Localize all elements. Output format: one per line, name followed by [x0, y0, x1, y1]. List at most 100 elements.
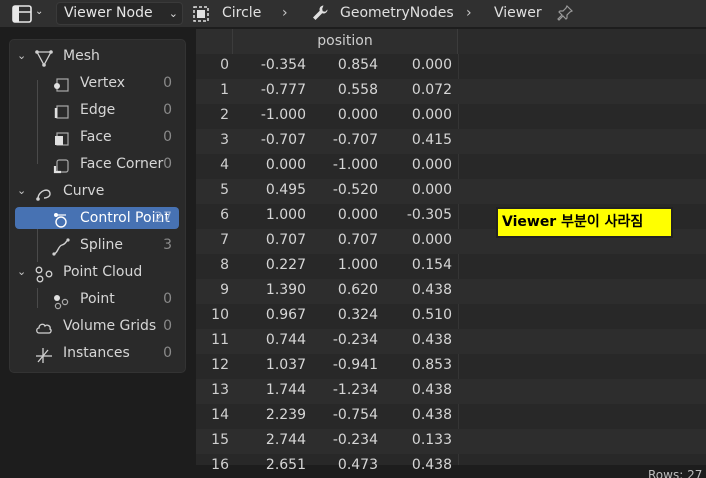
row-index: 7 — [220, 232, 229, 248]
control-point-icon — [54, 213, 67, 228]
column-header-position[interactable]: position — [232, 29, 458, 54]
tree-item-label: Instances — [63, 345, 130, 361]
position-x-cell: 2.744 — [265, 432, 306, 448]
row-count-label: Rows: 27 — [648, 468, 703, 478]
table-row: 2 -1.000 0.000 0.000 — [196, 104, 706, 129]
position-y-cell: -0.941 — [332, 357, 378, 373]
position-x-cell: 1.744 — [265, 382, 306, 398]
tree-item-point[interactable]: Point 0 — [10, 288, 185, 313]
position-z-cell: 0.415 — [411, 132, 452, 148]
position-z-cell: 0.000 — [411, 182, 452, 198]
breadcrumb-viewer[interactable]: Viewer — [494, 4, 542, 22]
point-cloud-icon — [35, 266, 53, 283]
position-z-cell: 0.000 — [411, 57, 452, 73]
position-y-cell: 0.854 — [337, 57, 378, 73]
tree-item-label: Edge — [80, 102, 116, 118]
tree-item-control-point[interactable]: Control Point 27 — [10, 207, 185, 232]
chevron-down-icon[interactable]: ⌄ — [17, 184, 26, 197]
tree-item-face-corner[interactable]: Face Corner 0 — [10, 153, 185, 178]
position-y-cell: 0.473 — [337, 457, 378, 473]
object-icon — [193, 6, 209, 22]
empty-header-area — [458, 29, 706, 54]
position-y-cell: 0.620 — [337, 282, 378, 298]
breadcrumb-modifier[interactable]: GeometryNodes — [340, 4, 454, 22]
tree-item-label: Curve — [63, 183, 105, 199]
position-x-cell: 0.227 — [265, 257, 306, 273]
table-row: 9 1.390 0.620 0.438 — [196, 279, 706, 304]
tree-item-count: 3 — [163, 237, 172, 253]
editor-type-button[interactable]: ⌄ — [8, 3, 46, 25]
row-index: 2 — [220, 107, 229, 123]
row-index: 12 — [211, 357, 229, 373]
vertex-icon — [54, 78, 69, 92]
volume-icon — [36, 323, 52, 334]
row-index: 0 — [220, 57, 229, 73]
tree-item-label: Point — [80, 291, 115, 307]
position-x-cell: 2.239 — [265, 407, 306, 423]
tree-item-label: Spline — [80, 237, 124, 253]
table-row: 0 -0.354 0.854 0.000 — [196, 54, 706, 79]
row-index: 8 — [220, 257, 229, 273]
breadcrumb-object[interactable]: Circle — [222, 4, 261, 22]
chevron-down-icon[interactable]: ⌄ — [17, 265, 26, 278]
spline-icon — [52, 238, 70, 256]
chevron-down-icon: ⌄ — [35, 6, 44, 17]
tree-item-spline[interactable]: Spline 3 — [10, 234, 185, 259]
point-icon — [54, 295, 69, 310]
chevron-down-icon: ⌄ — [168, 7, 178, 20]
position-z-cell: 0.438 — [411, 282, 452, 298]
table-row: 1 -0.777 0.558 0.072 — [196, 79, 706, 104]
row-index: 10 — [211, 307, 229, 323]
tree-item-label: Volume Grids — [63, 318, 157, 334]
table-row: 8 0.227 1.000 0.154 — [196, 254, 706, 279]
row-index: 9 — [220, 282, 229, 298]
position-z-cell: 0.438 — [411, 332, 452, 348]
row-index: 15 — [211, 432, 229, 448]
row-index: 13 — [211, 382, 229, 398]
tree-item-count: 0 — [163, 345, 172, 361]
position-z-cell: 0.000 — [411, 157, 452, 173]
tree-item-face[interactable]: Face 0 — [10, 126, 185, 151]
tree-item-mesh[interactable]: ⌄ Mesh — [10, 45, 185, 70]
position-y-cell: 0.000 — [337, 107, 378, 123]
row-index: 1 — [220, 82, 229, 98]
position-x-cell: -0.707 — [260, 132, 306, 148]
tree-item-count: 0 — [163, 102, 172, 118]
position-x-cell: 2.651 — [265, 457, 306, 473]
tree-item-edge[interactable]: Edge 0 — [10, 99, 185, 124]
position-y-cell: 0.324 — [337, 307, 378, 323]
position-y-cell: -0.234 — [332, 432, 378, 448]
chevron-down-icon[interactable]: ⌄ — [17, 49, 26, 62]
tree-item-count: 0 — [163, 318, 172, 334]
position-x-cell: 1.000 — [265, 207, 306, 223]
table-row: 12 1.037 -0.941 0.853 — [196, 354, 706, 379]
breadcrumb-separator-icon: › — [466, 5, 472, 21]
breadcrumb-separator-icon: › — [282, 5, 288, 21]
tree-item-volume-grids[interactable]: Volume Grids 0 — [10, 315, 185, 340]
position-y-cell: -0.520 — [332, 182, 378, 198]
position-z-cell: 0.853 — [411, 357, 452, 373]
tree-item-count: 0 — [163, 129, 172, 145]
position-x-cell: 1.037 — [265, 357, 306, 373]
pin-icon[interactable] — [556, 4, 574, 22]
tree-item-curve[interactable]: ⌄ Curve — [10, 180, 185, 205]
viewer-node-select[interactable]: Viewer Node ⌄ — [56, 2, 183, 25]
tree-item-count: 0 — [163, 75, 172, 91]
table-row: 15 2.744 -0.234 0.133 — [196, 429, 706, 454]
row-index: 3 — [220, 132, 229, 148]
position-y-cell: 0.707 — [337, 232, 378, 248]
viewer-node-select-value: Viewer Node — [64, 5, 153, 21]
spreadsheet-table[interactable]: position 0 -0.354 0.854 0.000 1 -0.777 0.558 0.… — [196, 29, 706, 473]
row-index: 4 — [220, 157, 229, 173]
tree-item-vertex[interactable]: Vertex 0 — [10, 72, 185, 97]
position-z-cell: -0.305 — [406, 207, 452, 223]
position-y-cell: -0.234 — [332, 332, 378, 348]
tree-item-point-cloud[interactable]: ⌄ Point Cloud — [10, 261, 185, 286]
tree-item-instances[interactable]: Instances 0 — [10, 342, 185, 367]
position-x-cell: 1.390 — [265, 282, 306, 298]
position-x-cell: 0.707 — [265, 232, 306, 248]
wrench-icon — [313, 5, 328, 20]
edge-icon — [54, 105, 69, 119]
position-x-cell: 0.744 — [265, 332, 306, 348]
face-icon — [55, 132, 69, 146]
